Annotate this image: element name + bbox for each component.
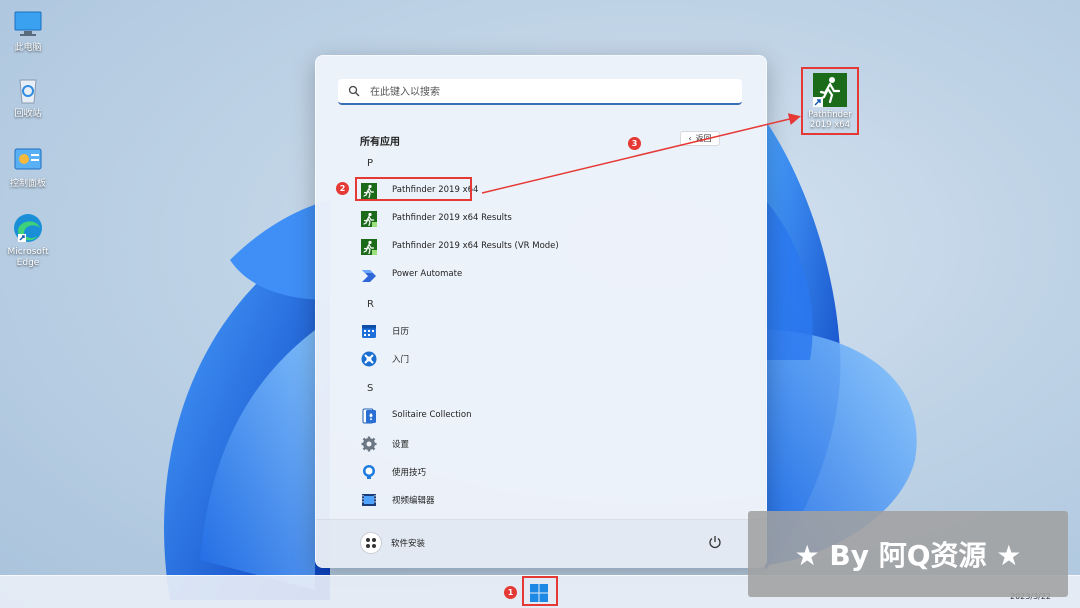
step-badge-1: 1 xyxy=(504,586,517,599)
highlight-box-start-button xyxy=(522,576,558,606)
watermark: ★ By 阿Q资源 ★ xyxy=(748,511,1068,597)
desktop: 此电脑 回收站 控制面板 Microsoft Edge Pathfinder 2… xyxy=(0,0,1080,608)
step-badge-2: 2 xyxy=(336,182,349,195)
step-badge-3: 3 xyxy=(628,137,641,150)
